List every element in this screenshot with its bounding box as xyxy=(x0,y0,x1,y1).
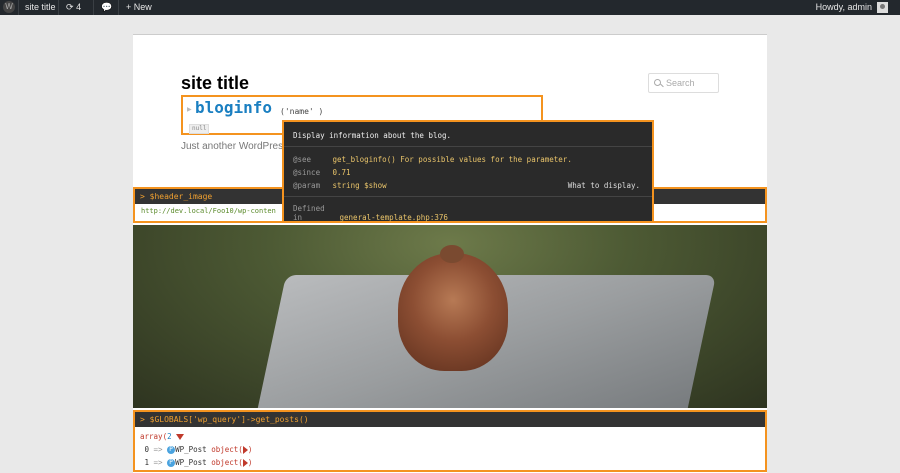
tooltip-since-key: @since xyxy=(293,168,321,177)
list-item[interactable]: 1 => P WP_Post object() xyxy=(140,456,252,469)
pinecone xyxy=(398,245,508,371)
row-type: object( xyxy=(211,458,243,467)
comments-icon[interactable]: 💬 xyxy=(101,0,112,15)
wordpress-logo-icon[interactable]: W xyxy=(3,1,15,13)
row-index: 0 xyxy=(144,445,150,454)
admin-bar-divider xyxy=(58,0,59,15)
expand-arrow-icon[interactable]: ▶ xyxy=(187,106,192,113)
tooltip-param-desc: What to display. xyxy=(567,181,640,190)
new-label: New xyxy=(133,2,152,12)
row-index: 1 xyxy=(144,458,150,467)
updates-count: 4 xyxy=(76,2,82,12)
row-class: WP_Post xyxy=(175,445,207,454)
admin-bar-site-title[interactable]: site title xyxy=(25,0,56,15)
account-greeting[interactable]: Howdy, admin xyxy=(816,0,872,15)
tooltip-divider xyxy=(284,146,652,147)
posts-expression: > $GLOBALS['wp_query']->get_posts() xyxy=(135,412,765,427)
tooltip-since-row: @since 0.71 xyxy=(293,168,351,177)
tooltip-param-key: @param xyxy=(293,181,321,190)
header-image xyxy=(133,225,767,408)
row-arrow: => xyxy=(153,458,163,467)
array-label: array( xyxy=(140,432,168,441)
avatar[interactable] xyxy=(877,2,888,13)
new-content-item[interactable]: + New xyxy=(126,0,152,15)
tooltip-defined-key: Defined in xyxy=(293,204,325,222)
class-badge-icon: P xyxy=(167,459,176,467)
admin-bar: W site title ⟳ 4 💬 + New Howdy, admin xyxy=(0,0,900,15)
tooltip-see-row: @see get_bloginfo() For possible values … xyxy=(293,155,572,164)
tooltip-description: Display information about the blog. xyxy=(293,131,452,140)
tooltip-defined-value[interactable]: general-template.php:376 xyxy=(340,213,448,222)
collapse-icon[interactable] xyxy=(176,434,185,440)
array-count: 2 xyxy=(167,432,172,441)
tooltip-param-row: @param string $show xyxy=(293,181,387,190)
tooltip-since-value: 0.71 xyxy=(332,168,351,177)
site-description: Just another WordPress s xyxy=(181,141,296,152)
row-class: WP_Post xyxy=(175,458,207,467)
search-placeholder: Search xyxy=(666,78,695,88)
updates-item[interactable]: ⟳ 4 xyxy=(66,0,81,15)
header-image-url[interactable]: http://dev.local/Foo10/wp-conten xyxy=(141,207,276,215)
function-args: ('name' ) xyxy=(280,107,324,116)
class-badge-icon: P xyxy=(167,446,176,454)
tooltip-defined-row: Defined in general-template.php:376 xyxy=(293,204,448,222)
tooltip-divider xyxy=(284,196,652,197)
plus-icon: + xyxy=(126,2,132,12)
tooltip-see-key: @see xyxy=(293,155,312,164)
row-arrow: => xyxy=(153,445,163,454)
site-title[interactable]: site title xyxy=(181,73,249,94)
admin-bar-divider xyxy=(18,0,19,15)
search-input[interactable]: Search xyxy=(648,73,719,93)
posts-panel: > $GLOBALS['wp_query']->get_posts() arra… xyxy=(133,410,767,472)
posts-dump: array(2 0 => P WP_Post object() 1 => P WP_… xyxy=(140,430,252,469)
tooltip-see-value[interactable]: get_bloginfo() For possible values for t… xyxy=(333,155,572,164)
function-name[interactable]: bloginfo xyxy=(195,98,272,117)
search-icon xyxy=(654,79,661,86)
doc-tooltip: Display information about the blog. @see… xyxy=(282,120,654,223)
admin-bar-divider xyxy=(93,0,94,15)
result-badge: null xyxy=(189,124,210,134)
list-item[interactable]: 0 => P WP_Post object() xyxy=(140,443,252,456)
tooltip-param-value: string $show xyxy=(332,181,387,190)
row-type: object( xyxy=(211,445,243,454)
array-header[interactable]: array(2 xyxy=(140,430,252,443)
admin-bar-divider xyxy=(118,0,119,15)
refresh-icon: ⟳ xyxy=(66,2,74,12)
